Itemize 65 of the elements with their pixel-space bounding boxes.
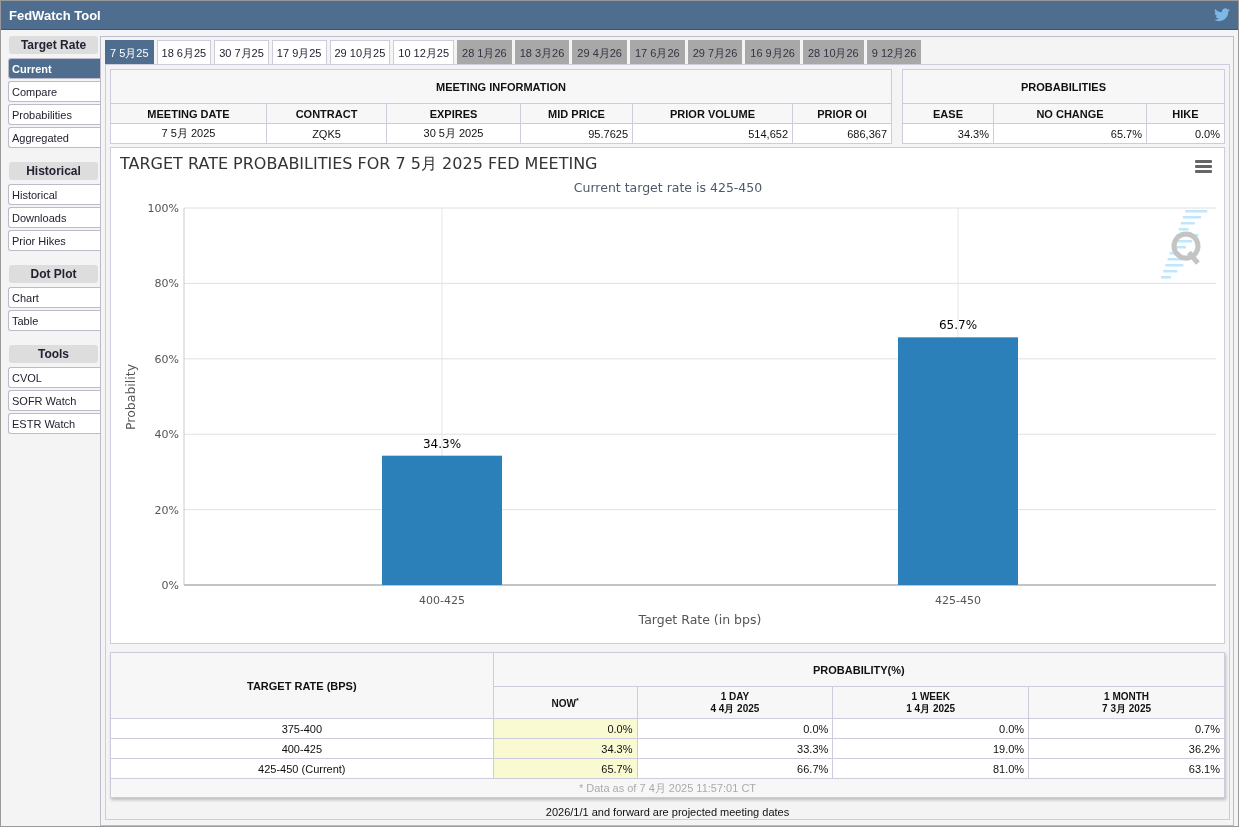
date-tab[interactable]: 10 12月25 (393, 40, 455, 64)
axis-tick-label: 0% (161, 579, 179, 592)
date-tab[interactable]: 29 4月26 (572, 40, 627, 64)
section-heading: Historical (9, 162, 98, 180)
chart-subtitle: Current target rate is 425-450 (573, 180, 763, 195)
section-heading: Dot Plot (9, 265, 98, 283)
section-heading: Tools (9, 345, 98, 363)
axis-tick-label: 20% (154, 503, 179, 517)
column-header: 1 DAY 4 4月 2025 (637, 686, 833, 719)
logo-icon (1161, 210, 1208, 279)
nav-link[interactable]: Chart (8, 287, 100, 308)
table-cell: 400-425 (110, 738, 494, 759)
date-tab[interactable]: 7 5月25 (105, 40, 154, 64)
x-axis-title: Target Rate (in bps) (638, 612, 762, 627)
bar-value-label: 65.7% (938, 318, 978, 333)
column-header: MEETING DATE (110, 103, 267, 124)
nav-link[interactable]: CVOL (8, 367, 100, 388)
column-header: 1 MONTH 7 3月 2025 (1028, 686, 1225, 719)
date-tab[interactable]: 17 6月26 (630, 40, 685, 64)
date-tab[interactable]: 18 3月26 (514, 40, 570, 64)
table-cell: 425-450 (Current) (110, 758, 494, 779)
data-timestamp: * Data as of 7 4月 2025 11:57:01 CT (578, 781, 757, 794)
table-cell: 375-400 (110, 718, 494, 739)
axis-tick-label: 400-425 (419, 594, 465, 607)
axis-tick-label: 425-450 (935, 594, 981, 607)
axis-tick-label: 40% (154, 428, 179, 442)
date-tab[interactable]: 29 10月25 (329, 40, 391, 64)
table-cell: 34.3% (902, 123, 994, 144)
section-heading: Target Rate (9, 36, 98, 54)
column-header: EASE (902, 103, 994, 124)
bird-icon[interactable] (1214, 8, 1230, 22)
nav-link[interactable]: Current (8, 58, 100, 79)
date-tab[interactable]: 29 7月26 (687, 40, 743, 64)
chart-title: TARGET RATE PROBABILITIES FOR 7 5月 2025 FED MEETING (120, 154, 598, 173)
window-title: FedWatch Tool (9, 7, 101, 23)
column-header: TARGET RATE (BPS) (110, 652, 494, 719)
axis-tick-label: 60% (154, 352, 179, 366)
projected-dates-note: 2026/1/1 and forward are projected meeting dates (544, 806, 791, 818)
nav-link[interactable]: Downloads (8, 207, 100, 228)
table-title: MEETING INFORMATION (110, 69, 892, 104)
axis-tick-label: 80% (154, 277, 179, 291)
nav-link[interactable]: Aggregated (8, 127, 100, 148)
bar-value-label: 34.3% (422, 436, 462, 451)
nav-link[interactable]: Compare (8, 81, 100, 102)
menu-icon[interactable] (1195, 160, 1212, 173)
column-header: 1 WEEK 1 4月 2025 (832, 686, 1029, 719)
nav-link[interactable]: SOFR Watch (8, 390, 100, 411)
date-tab[interactable]: 28 10月26 (802, 40, 864, 64)
table-title: PROBABILITIES (902, 69, 1225, 104)
date-tab[interactable]: 9 12月26 (866, 40, 922, 64)
date-tab[interactable]: 28 1月26 (457, 40, 512, 64)
axis-tick-label: 100% (147, 202, 179, 215)
date-tab[interactable]: 16 9月26 (745, 40, 800, 64)
column-group-header: PROBABILITY(%) (493, 652, 1225, 687)
nav-link[interactable]: Historical (8, 184, 100, 205)
nav-link[interactable]: Probabilities (8, 104, 100, 125)
column-header: NOW$^{*}$ (493, 686, 637, 719)
y-axis-title: Probability (123, 363, 138, 431)
nav-link[interactable]: ESTR Watch (8, 413, 100, 434)
date-tab[interactable]: 18 6月25 (156, 40, 212, 64)
table-cell: 7 5月 2025 (110, 123, 267, 144)
date-tab[interactable]: 17 9月25 (271, 40, 327, 64)
nav-link[interactable]: Prior Hikes (8, 230, 100, 251)
date-tab[interactable]: 30 7月25 (214, 40, 269, 64)
nav-link[interactable]: Table (8, 310, 100, 331)
